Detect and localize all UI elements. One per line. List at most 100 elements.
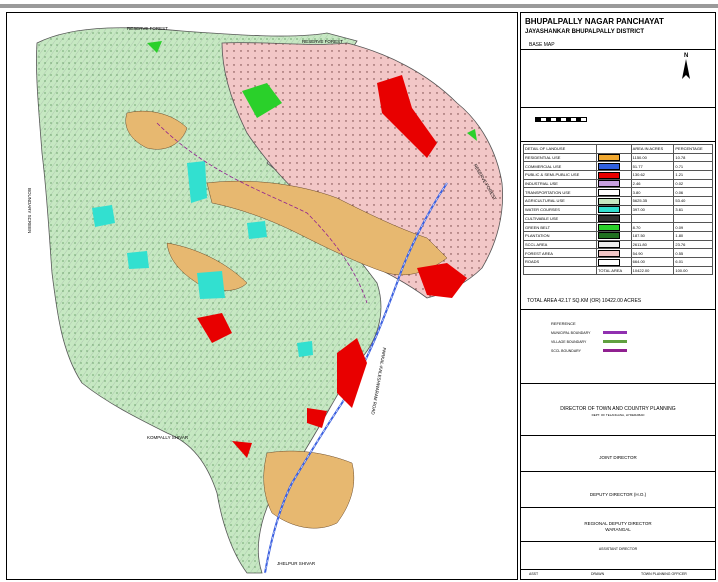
landuse-name: PLANTATION [522, 230, 598, 241]
landuse-row: WATER COURSES 397.00 3.61 [522, 204, 713, 215]
landuse-pct: 1.21 [673, 170, 713, 180]
landuse-area: 8.70 [630, 222, 675, 232]
landuse-swatch [598, 215, 621, 223]
landuse-name: FOREST AREA [522, 248, 598, 258]
reference-swatch [603, 340, 627, 343]
reference-item: SCCL BOUNDARY [551, 349, 581, 353]
landuse-row: INDUSTRIAL USE 2.46 0.02 [522, 178, 713, 189]
landuse-area: 397.00 [630, 204, 675, 215]
landuse-area: 5625.35 [630, 196, 675, 206]
base-map-label: BASE MAP [529, 42, 555, 48]
table-header: DETAIL OF LANDUSE [522, 144, 598, 154]
landuse-area: 2.46 [630, 178, 675, 189]
landuse-pct: 3.61 [673, 204, 713, 215]
table-header-row: DETAIL OF LANDUSE AREA IN ACRES PERCENTA… [522, 144, 713, 154]
landuse-name: ROADS [522, 256, 598, 267]
footer-cell: TOWN PLANNING OFFICER [641, 572, 687, 576]
landuse-area: 664.00 [630, 256, 675, 267]
signatory-regional-deputy: REGIONAL DEPUTY DIRECTOR [584, 521, 652, 526]
landuse-pct: 10.78 [673, 152, 713, 163]
landuse-name: GREEN BELT [522, 222, 598, 232]
legend-subtitle: JAYASHANKAR BHUPALPALLY DISTRICT [525, 29, 645, 35]
landuse-swatch [598, 232, 621, 240]
landuse-swatch [598, 249, 621, 257]
landuse-area: 1150.00 [630, 152, 675, 163]
landuse-name: COMMERCIAL USE [522, 161, 598, 172]
total-row: TOTAL AREA 10422.00 100.00 [522, 265, 713, 276]
landuse-area: 130.62 [630, 170, 675, 180]
landuse-row: SCCL AREA 2611.80 23.76 [522, 239, 713, 250]
landuse-area: 187.50 [630, 230, 675, 241]
total-area-text: TOTAL AREA 42.17 SQ.KM (OR) 10422.00 ACR… [527, 298, 642, 304]
landuse-pct: 1.80 [673, 230, 713, 241]
landuse-row: PLANTATION 187.50 1.80 [522, 230, 713, 241]
landuse-area: 2611.80 [630, 239, 675, 250]
top-bar [0, 4, 718, 8]
landuse-name: RESIDENTIAL USE [522, 152, 598, 163]
landuse-name: SCCL AREA [522, 239, 598, 250]
reference-swatch [603, 331, 627, 334]
landuse-area: 54.90 [630, 248, 675, 258]
landuse-row: CULTIVABLE USE [522, 213, 713, 224]
landuse-row: FOREST AREA 54.90 0.55 [522, 248, 713, 258]
reference-title: REFERENCE [551, 321, 576, 326]
footer-cell: DRAWN [591, 572, 605, 576]
landuse-row: PUBLIC & SEMI-PUBLIC USE 130.62 1.21 [522, 170, 713, 180]
legend-panel: BHUPALPALLY NAGAR PANCHAYAT JAYASHANKAR … [520, 12, 716, 580]
signatory-assistant-director: ASSISTANT DIRECTOR [598, 547, 638, 551]
landuse-row: COMMERCIAL USE 51.77 0.71 [522, 161, 713, 172]
land-use-map[interactable] [7, 13, 517, 579]
landuse-row: TRANSPORTATION USE 3.80 0.06 [522, 187, 713, 198]
landuse-pct: 0.06 [673, 187, 713, 198]
landuse-pct: 0.09 [673, 222, 713, 232]
landuse-swatch [598, 162, 621, 170]
landuse-name: WATER COURSES [522, 204, 598, 215]
label-jhelpur: JHELPUR SHIVAR [277, 561, 316, 566]
footer-cell: ASST [529, 572, 539, 576]
landuse-pct: 0.02 [673, 178, 713, 189]
landuse-pct: 6.01 [673, 256, 713, 267]
signatory-director: DIRECTOR OF TOWN AND COUNTRY PLANNING [560, 406, 676, 412]
landuse-area [630, 213, 675, 224]
table-header: AREA IN ACRES [630, 144, 675, 154]
signatory-regional-deputy-sub: WARANGAL [605, 527, 631, 532]
scale-bar [535, 117, 587, 122]
landuse-name: CULTIVABLE USE [522, 213, 598, 224]
landuse-name: TRANSPORTATION USE [522, 187, 598, 198]
landuse-pct: 53.40 [673, 196, 713, 206]
total-pct: 100.00 [673, 265, 713, 276]
landuse-row: GREEN BELT 8.70 0.09 [522, 222, 713, 232]
reference-item: MUNICIPAL BOUNDARY [551, 331, 591, 335]
reference-item: VILLAGE BOUNDARY [551, 340, 587, 344]
landuse-name: INDUSTRIAL USE [522, 178, 598, 189]
landuse-area: 3.80 [630, 187, 675, 198]
signatory-deputy-director: DEPUTY DIRECTOR (H.O.) [589, 492, 647, 497]
landuse-row: AGRICULTURAL USE 5625.35 53.40 [522, 196, 713, 206]
page: RESERVE FOREST RESERVE FOREST RESERVE FO… [0, 0, 718, 582]
landuse-swatch [598, 154, 621, 162]
signatory-director-sub: DEPT. OF TELANGANA, HYDERABAD [591, 413, 645, 417]
label-boundary-left: BOUNDARY SCREEN [27, 188, 32, 234]
total-area: 10422.00 [630, 265, 675, 276]
landuse-swatch [598, 171, 621, 179]
landuse-swatch [598, 223, 621, 231]
landuse-pct: 0.55 [673, 248, 713, 258]
landuse-pct: 0.71 [673, 161, 713, 172]
landuse-swatch [598, 197, 621, 205]
landuse-swatch [598, 189, 621, 196]
landuse-swatch [598, 180, 621, 188]
landuse-swatch [598, 241, 621, 249]
landuse-name: AGRICULTURAL USE [522, 196, 598, 206]
label-reserve-forest-2: RESERVE FOREST [302, 39, 343, 44]
landuse-pct: 23.76 [673, 239, 713, 250]
label-kompally: KOMPALLY SHIVAR [147, 435, 189, 440]
label-reserve-forest-1: RESERVE FOREST [127, 26, 168, 31]
signatory-joint-director: JOINT DIRECTOR [599, 455, 637, 460]
landuse-row: ROADS 664.00 6.01 [522, 256, 713, 267]
landuse-row: RESIDENTIAL USE 1150.00 10.78 [522, 152, 713, 163]
landuse-area: 51.77 [630, 161, 675, 172]
map-panel[interactable]: RESERVE FOREST RESERVE FOREST RESERVE FO… [6, 12, 518, 580]
reference-swatch [603, 349, 627, 352]
landuse-name: PUBLIC & SEMI-PUBLIC USE [522, 170, 598, 180]
landuse-swatch [598, 258, 621, 266]
